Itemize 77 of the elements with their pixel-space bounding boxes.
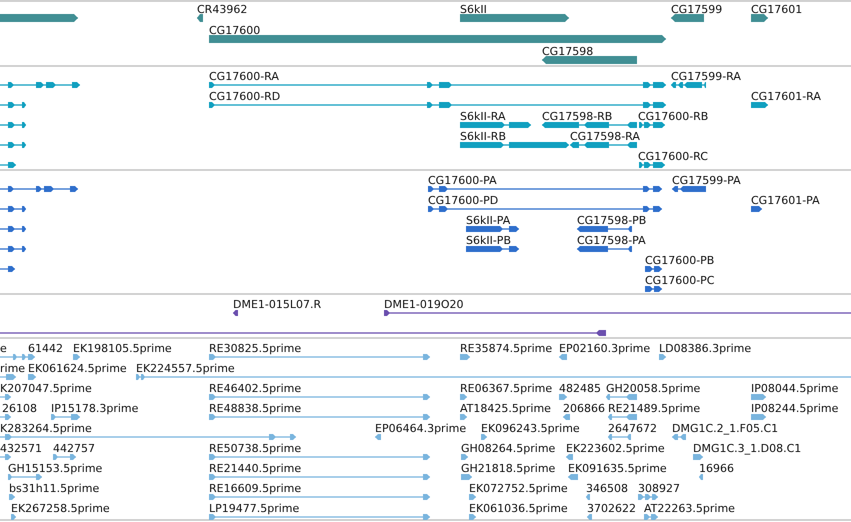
- feature-label: DME1-019O20: [384, 298, 464, 311]
- feature-label: RE16609.5prime: [209, 482, 302, 495]
- feature-label: EK072752.5prime: [469, 482, 568, 495]
- feature-label: bs31h11.5prime: [9, 482, 100, 495]
- feature-label: DME1-015L07.R: [233, 298, 322, 311]
- feature-label: AT22263.5prime: [644, 502, 735, 515]
- feature-label: RE30825.5prime: [209, 342, 302, 355]
- feature-label: RE50738.5prime: [209, 442, 302, 455]
- feature-label: CG17600-RC: [638, 150, 708, 163]
- feature-label: LP19477.5prime: [209, 502, 300, 515]
- feature-label: CG17599-RA: [671, 70, 741, 83]
- feature-label: 346508: [586, 482, 628, 495]
- feature-label: EK091635.5prime: [568, 462, 667, 475]
- feature-label: CG17598: [542, 45, 594, 58]
- feature-label: 482485: [559, 382, 601, 395]
- feature-label: 442757: [53, 442, 95, 455]
- feature-label: GH21818.5prime: [461, 462, 556, 475]
- feature-label: EP02160.3prime: [559, 342, 650, 355]
- feature-label: CG17600-PD: [428, 194, 498, 207]
- feature-label: RE21440.5prime: [209, 462, 302, 475]
- feature-label: EK061036.5prime: [469, 502, 568, 515]
- feature-label: CG17601: [751, 3, 802, 16]
- feature-label: CG17601-PA: [751, 194, 820, 207]
- feature-label: EK223602.5prime: [566, 442, 665, 455]
- feature-label: EK096243.5prime: [481, 422, 580, 435]
- feature-label: RE21489.5prime: [608, 402, 700, 415]
- feature-label: GH20058.5prime: [606, 382, 700, 395]
- feature-label: S6kII: [460, 3, 487, 16]
- feature-label: CG17600-RD: [209, 90, 280, 103]
- feature-label: CG17598-RB: [542, 110, 612, 123]
- feature-label: 3702622: [587, 502, 636, 515]
- feature-label: EP06464.3prime: [375, 422, 466, 435]
- feature-label: S6kII-RA: [460, 110, 506, 123]
- feature-label: RE46402.5prime: [209, 382, 302, 395]
- feature-label: CG17600-PA: [428, 174, 497, 187]
- feature-label: IP15178.3prime: [51, 402, 138, 415]
- feature-label: S6kII-PA: [466, 214, 510, 227]
- feature-label: RE06367.5prime: [460, 382, 552, 395]
- feature-label: CG17598-PB: [577, 214, 646, 227]
- feature-label: EK061624.5prime: [28, 362, 127, 375]
- feature-label: DMG1C.3_1.D08.C1: [693, 442, 802, 455]
- feature-label: 2647672: [608, 422, 657, 435]
- feature-label: CG17600: [209, 24, 260, 37]
- feature-label: K207047.5prime: [0, 382, 92, 395]
- feature-label: K283264.5prime: [0, 422, 92, 435]
- feature-label: 206866: [563, 402, 605, 415]
- feature-label: GH15153.5prime: [8, 462, 102, 475]
- feature-label: 16966: [699, 462, 734, 475]
- feature-label: EK198105.5prime: [73, 342, 172, 355]
- feature-label: CG17598-RA: [570, 130, 640, 143]
- feature-label: 432571: [0, 442, 42, 455]
- feature-label: CG17601-RA: [751, 90, 821, 103]
- feature-label: IP08044.5prime: [751, 382, 838, 395]
- feature-label: RE35874.5prime: [460, 342, 552, 355]
- feature-label: rime: [0, 362, 26, 375]
- feature-label: EK224557.5prime: [136, 362, 235, 375]
- feature-label: LD08386.3prime: [659, 342, 752, 355]
- feature-label: EK267258.5prime: [11, 502, 110, 515]
- feature-label: CG17599-PA: [672, 174, 741, 187]
- feature-label: e: [0, 342, 7, 355]
- feature-label: DMG1C.2_1.F05.C1: [672, 422, 778, 435]
- feature-label: S6kII-PB: [466, 234, 511, 247]
- feature-label: RE48838.5prime: [209, 402, 302, 415]
- feature-label: CG17598-PA: [577, 234, 646, 247]
- feature-label: CG17600-PC: [645, 274, 714, 287]
- feature-label: AT18425.5prime: [460, 402, 551, 415]
- feature-label: 26108: [2, 402, 37, 415]
- feature-label: 61442: [28, 342, 63, 355]
- feature-label: CG17600-RB: [638, 110, 708, 123]
- feature-label: GH08264.5prime: [461, 442, 556, 455]
- feature-label: 308927: [638, 482, 680, 495]
- feature-label: CG17600-RA: [209, 70, 279, 83]
- feature-label: CG17599: [671, 3, 722, 16]
- feature-label: CR43962: [197, 3, 248, 16]
- feature-label: S6kII-RB: [460, 130, 506, 143]
- feature-label: IP08244.5prime: [751, 402, 838, 415]
- feature-label: CG17600-PB: [645, 254, 714, 267]
